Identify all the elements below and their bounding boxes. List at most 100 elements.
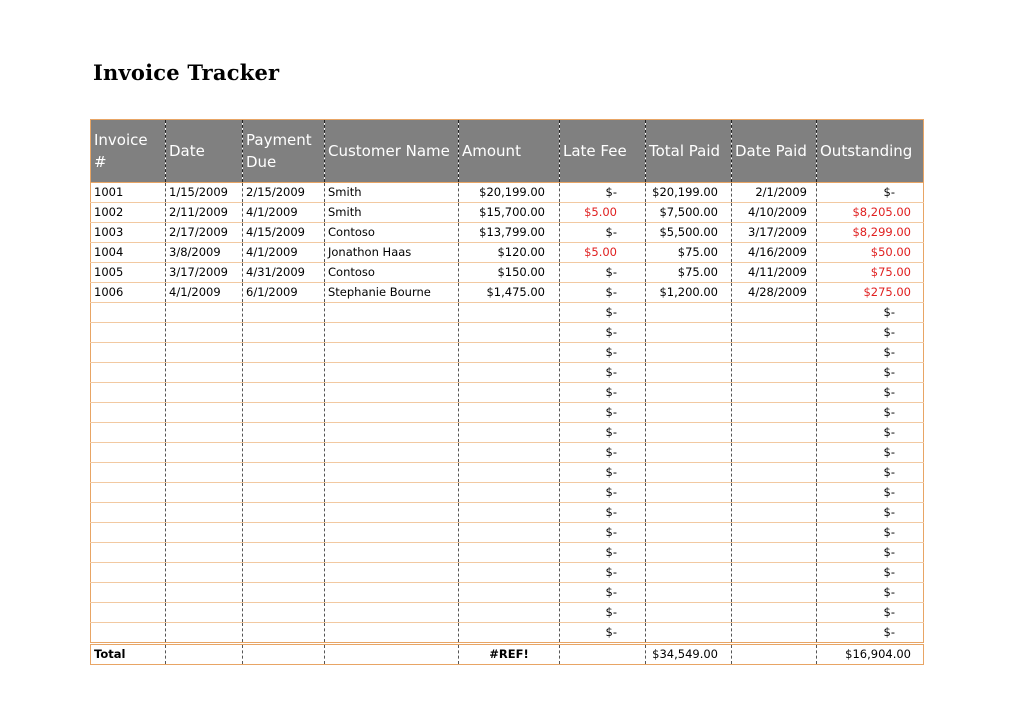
cell-date[interactable] xyxy=(165,502,243,523)
cell-customer-name[interactable] xyxy=(324,382,459,403)
cell-invoice[interactable] xyxy=(90,562,166,583)
cell-invoice[interactable] xyxy=(90,622,166,644)
cell-late-fee[interactable]: $- xyxy=(559,442,646,463)
cell-total-paid[interactable]: $75.00 xyxy=(645,242,732,263)
cell-customer-name[interactable]: Jonathon Haas xyxy=(324,242,459,263)
table-cell[interactable] xyxy=(731,642,817,665)
cell-date-paid[interactable]: 4/10/2009 xyxy=(731,202,817,223)
cell-payment-due[interactable]: 4/1/2009 xyxy=(242,242,325,263)
cell-invoice[interactable] xyxy=(90,462,166,483)
cell-date[interactable] xyxy=(165,562,243,583)
total-amount[interactable]: #REF! xyxy=(458,642,560,665)
cell-customer-name[interactable] xyxy=(324,422,459,443)
cell-late-fee[interactable]: $- xyxy=(559,622,646,644)
cell-total-paid[interactable] xyxy=(645,582,732,603)
total-paid[interactable]: $34,549.00 xyxy=(645,642,732,665)
cell-date[interactable] xyxy=(165,522,243,543)
cell-total-paid[interactable] xyxy=(645,382,732,403)
cell-payment-due[interactable] xyxy=(242,522,325,543)
cell-invoice[interactable] xyxy=(90,522,166,543)
cell-invoice[interactable] xyxy=(90,402,166,423)
cell-outstanding[interactable]: $8,205.00 xyxy=(816,202,924,223)
cell-date-paid[interactable] xyxy=(731,342,817,363)
cell-invoice[interactable] xyxy=(90,422,166,443)
column-header-total-paid[interactable]: Total Paid xyxy=(645,119,732,183)
cell-invoice[interactable] xyxy=(90,502,166,523)
cell-date-paid[interactable]: 4/16/2009 xyxy=(731,242,817,263)
cell-customer-name[interactable]: Smith xyxy=(324,202,459,223)
cell-payment-due[interactable] xyxy=(242,482,325,503)
cell-amount[interactable] xyxy=(458,422,560,443)
cell-invoice[interactable]: 1001 xyxy=(90,182,166,203)
cell-date[interactable] xyxy=(165,602,243,623)
cell-amount[interactable]: $20,199.00 xyxy=(458,182,560,203)
cell-amount[interactable] xyxy=(458,362,560,383)
cell-late-fee[interactable]: $- xyxy=(559,542,646,563)
cell-customer-name[interactable] xyxy=(324,302,459,323)
cell-customer-name[interactable] xyxy=(324,562,459,583)
cell-outstanding[interactable]: $- xyxy=(816,342,924,363)
cell-amount[interactable] xyxy=(458,602,560,623)
column-header-date-paid[interactable]: Date Paid xyxy=(731,119,817,183)
cell-invoice[interactable] xyxy=(90,542,166,563)
cell-invoice[interactable] xyxy=(90,302,166,323)
cell-outstanding[interactable]: $- xyxy=(816,402,924,423)
cell-late-fee[interactable]: $- xyxy=(559,382,646,403)
cell-date-paid[interactable] xyxy=(731,462,817,483)
cell-outstanding[interactable]: $- xyxy=(816,382,924,403)
cell-date[interactable] xyxy=(165,322,243,343)
cell-total-paid[interactable] xyxy=(645,622,732,644)
cell-total-paid[interactable]: $7,500.00 xyxy=(645,202,732,223)
total-outstanding[interactable]: $16,904.00 xyxy=(816,642,924,665)
cell-outstanding[interactable]: $275.00 xyxy=(816,282,924,303)
cell-customer-name[interactable] xyxy=(324,622,459,644)
cell-date[interactable] xyxy=(165,362,243,383)
cell-date-paid[interactable] xyxy=(731,422,817,443)
cell-outstanding[interactable]: $- xyxy=(816,462,924,483)
cell-customer-name[interactable]: Smith xyxy=(324,182,459,203)
cell-invoice[interactable]: 1005 xyxy=(90,262,166,283)
cell-payment-due[interactable]: 2/15/2009 xyxy=(242,182,325,203)
cell-outstanding[interactable]: $- xyxy=(816,182,924,203)
cell-invoice[interactable] xyxy=(90,342,166,363)
cell-late-fee[interactable]: $- xyxy=(559,402,646,423)
cell-date-paid[interactable] xyxy=(731,382,817,403)
column-header-amount[interactable]: Amount xyxy=(458,119,560,183)
totals-label[interactable]: Total xyxy=(90,642,166,665)
cell-payment-due[interactable] xyxy=(242,302,325,323)
cell-date[interactable] xyxy=(165,422,243,443)
cell-amount[interactable] xyxy=(458,542,560,563)
cell-payment-due[interactable] xyxy=(242,542,325,563)
cell-date-paid[interactable] xyxy=(731,602,817,623)
cell-payment-due[interactable] xyxy=(242,422,325,443)
cell-invoice[interactable] xyxy=(90,482,166,503)
column-header-outstanding[interactable]: Outstanding xyxy=(816,119,924,183)
cell-customer-name[interactable] xyxy=(324,502,459,523)
cell-payment-due[interactable]: 4/15/2009 xyxy=(242,222,325,243)
cell-date-paid[interactable] xyxy=(731,622,817,644)
cell-date-paid[interactable] xyxy=(731,542,817,563)
cell-invoice[interactable]: 1006 xyxy=(90,282,166,303)
column-header-invoice[interactable]: Invoice # xyxy=(90,119,166,183)
cell-payment-due[interactable] xyxy=(242,462,325,483)
cell-date[interactable]: 1/15/2009 xyxy=(165,182,243,203)
cell-payment-due[interactable] xyxy=(242,402,325,423)
cell-date-paid[interactable] xyxy=(731,502,817,523)
cell-amount[interactable] xyxy=(458,402,560,423)
cell-date[interactable] xyxy=(165,302,243,323)
cell-late-fee[interactable]: $- xyxy=(559,502,646,523)
cell-late-fee[interactable]: $- xyxy=(559,562,646,583)
cell-payment-due[interactable]: 6/1/2009 xyxy=(242,282,325,303)
cell-date[interactable] xyxy=(165,482,243,503)
cell-outstanding[interactable]: $50.00 xyxy=(816,242,924,263)
cell-date[interactable] xyxy=(165,402,243,423)
cell-payment-due[interactable] xyxy=(242,582,325,603)
cell-total-paid[interactable]: $75.00 xyxy=(645,262,732,283)
cell-outstanding[interactable]: $- xyxy=(816,502,924,523)
cell-late-fee[interactable]: $- xyxy=(559,182,646,203)
cell-payment-due[interactable] xyxy=(242,442,325,463)
cell-outstanding[interactable]: $- xyxy=(816,582,924,603)
cell-payment-due[interactable] xyxy=(242,622,325,644)
cell-date[interactable]: 4/1/2009 xyxy=(165,282,243,303)
cell-outstanding[interactable]: $- xyxy=(816,442,924,463)
